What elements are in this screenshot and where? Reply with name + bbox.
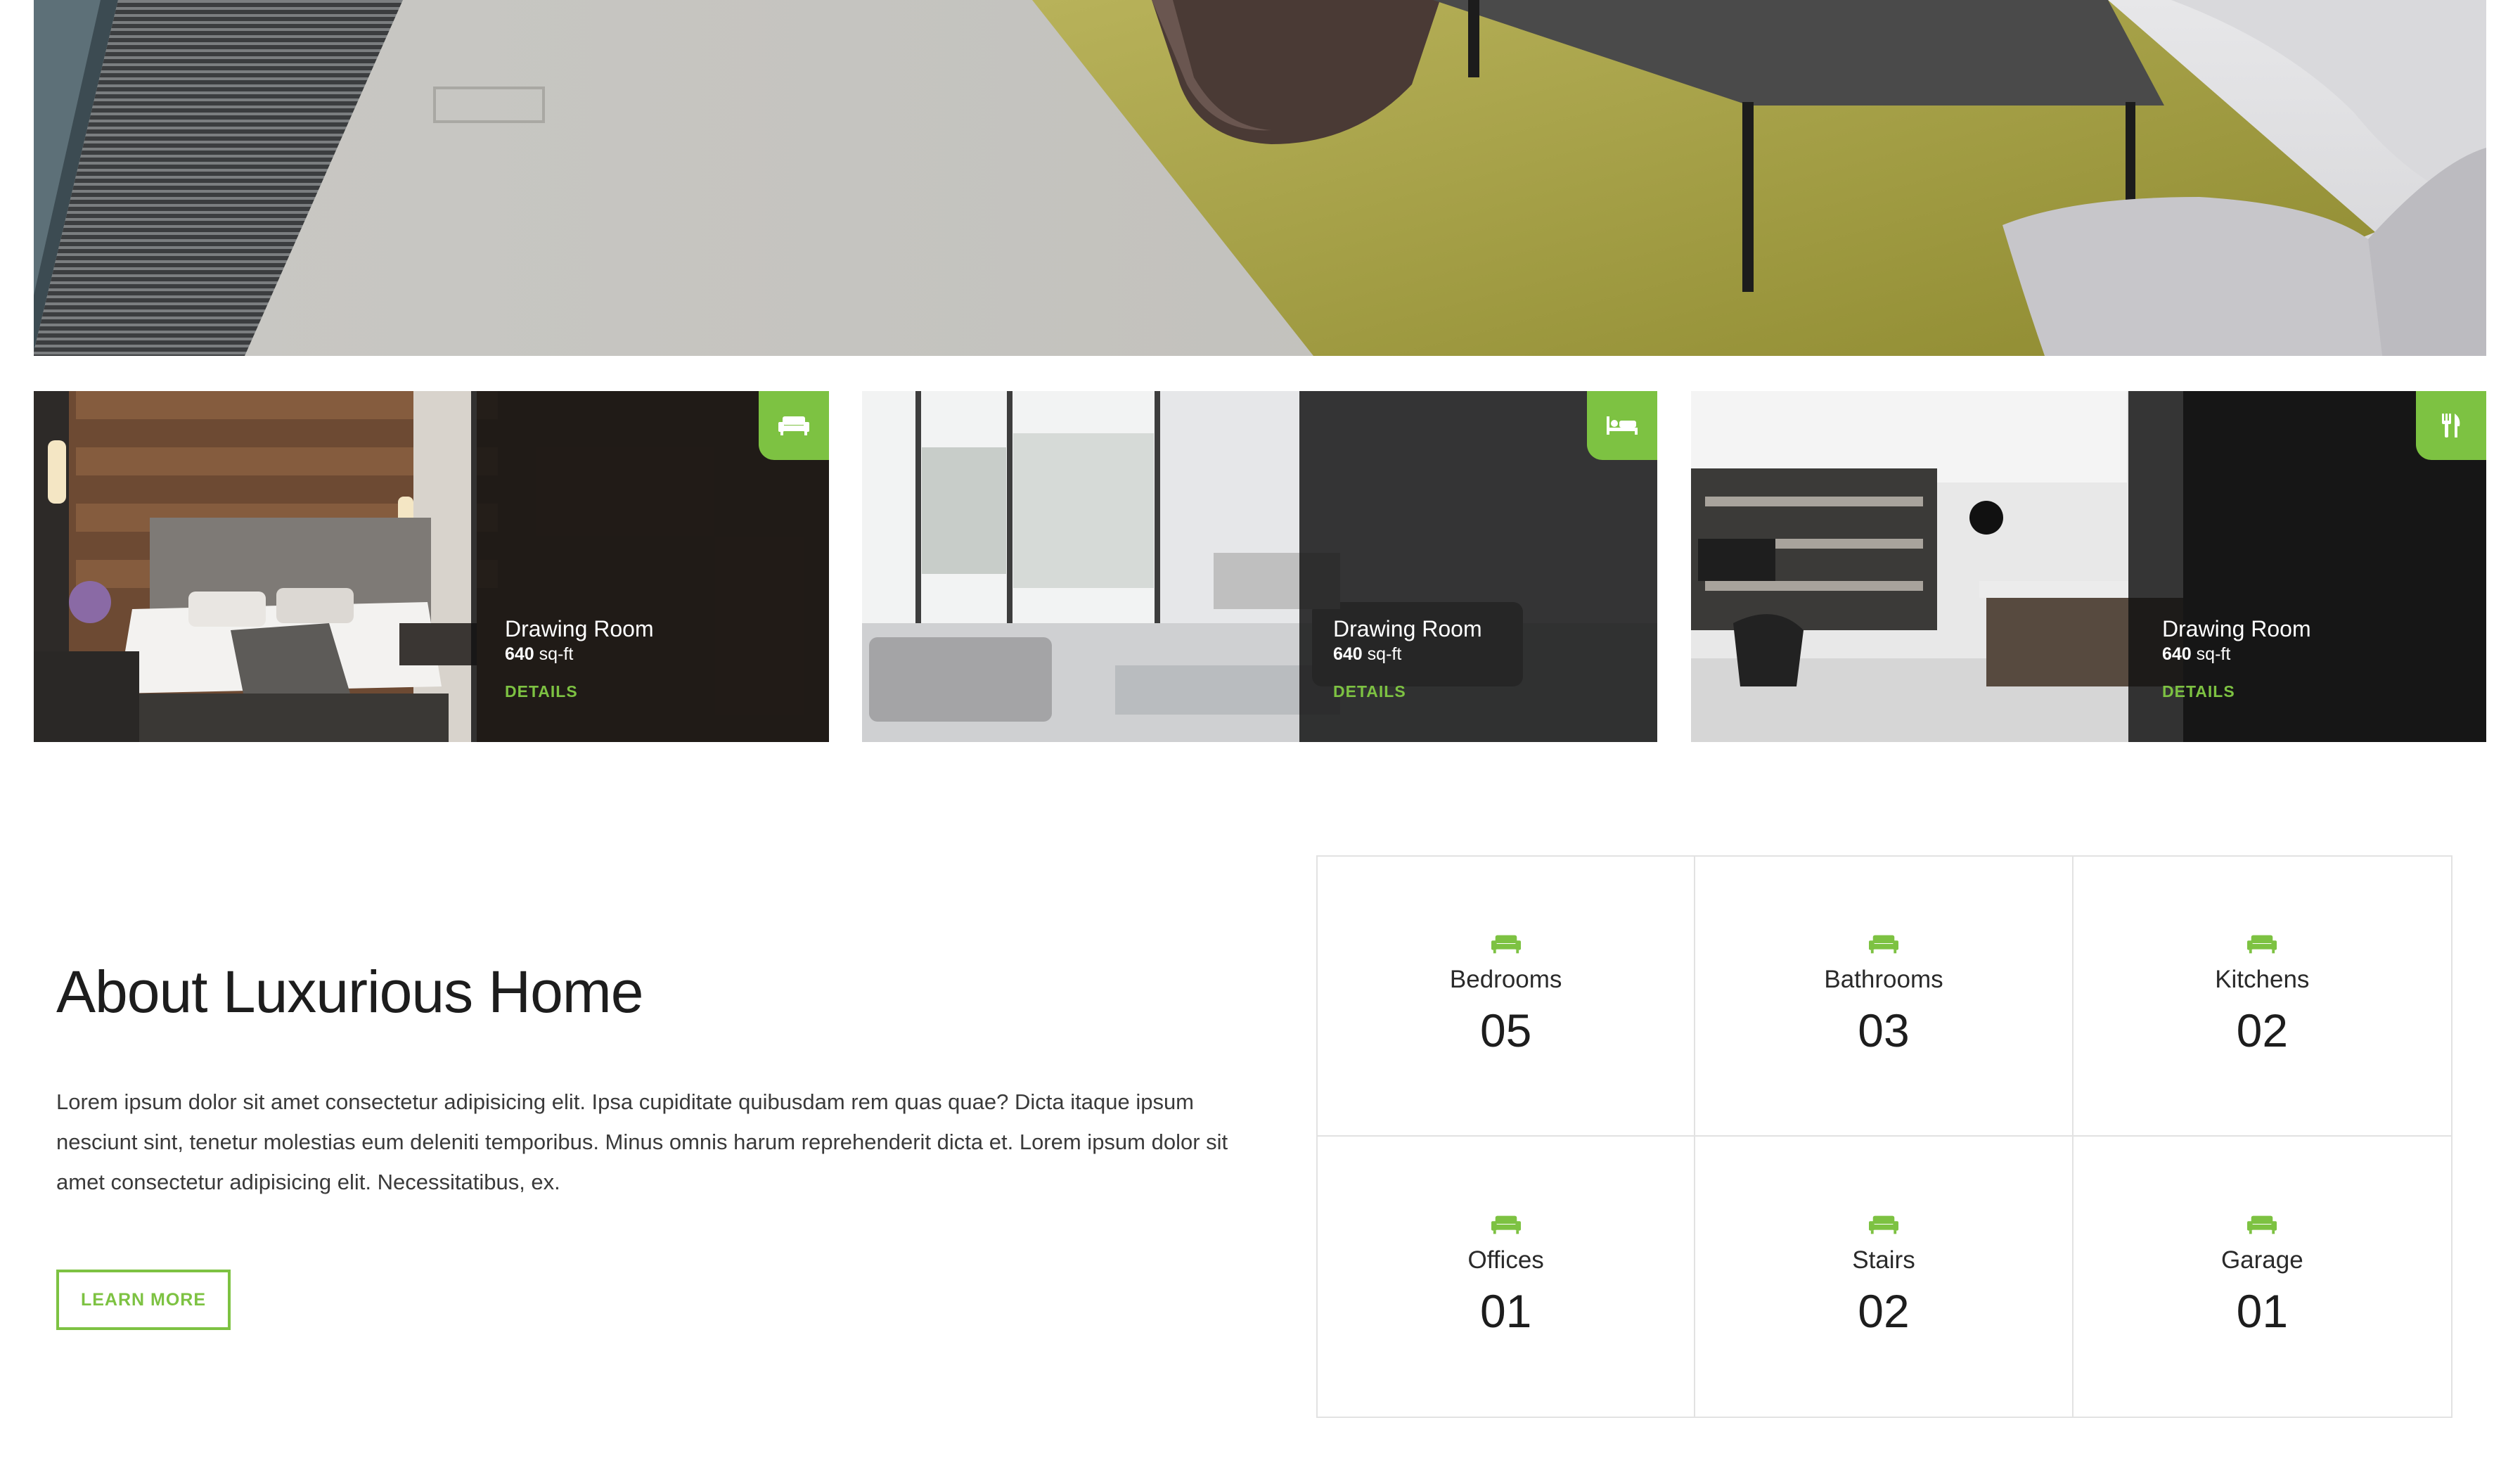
details-link[interactable]: DETAILS (2162, 682, 2235, 701)
stat-bathrooms: Bathrooms 03 (1695, 857, 2074, 1137)
stat-kitchens: Kitchens 02 (2073, 857, 2451, 1137)
card-badge (1587, 391, 1657, 460)
about-section: About Luxurious Home Lorem ipsum dolor s… (56, 957, 1238, 1330)
sofa-icon (778, 416, 809, 435)
room-card[interactable]: Drawing Room 640 sq-ft DETAILS (1691, 391, 2486, 742)
stat-garage: Garage 01 (2074, 1137, 2451, 1417)
card-info: Drawing Room 640 sq-ft DETAILS (2162, 615, 2311, 701)
sofa-icon (1868, 935, 1898, 954)
room-card[interactable]: Drawing Room 640 sq-ft DETAILS (34, 391, 829, 742)
sofa-icon (1868, 1215, 1898, 1234)
area-value: 640 (505, 644, 534, 664)
area-value: 640 (2162, 644, 2192, 664)
room-name: Drawing Room (2162, 616, 2311, 641)
sofa-icon (2247, 1215, 2277, 1234)
bed-icon (1607, 416, 1638, 435)
area-value: 640 (1333, 644, 1363, 664)
hero-image (34, 0, 2486, 356)
stat-label: Kitchens (2215, 966, 2310, 993)
about-body: Lorem ipsum dolor sit amet consectetur a… (56, 1089, 1228, 1194)
room-name: Drawing Room (505, 616, 654, 641)
stat-value: 03 (1858, 1004, 1910, 1056)
page: Drawing Room 640 sq-ft DETAILS Drawing R… (0, 0, 2520, 1470)
card-info: Drawing Room 640 sq-ft DETAILS (1333, 615, 1482, 701)
stat-value: 01 (1479, 1285, 1532, 1337)
stat-value: 05 (1479, 1004, 1532, 1056)
stat-label: Bedrooms (1449, 966, 1562, 993)
room-area: 640 sq-ft (505, 643, 654, 665)
stat-label: Bathrooms (1824, 966, 1943, 993)
stats-grid: Bedrooms 05 Bathrooms 03 Kitchens 02 Off… (1316, 855, 2452, 1418)
about-title: About Luxurious Home (56, 959, 643, 1025)
cutlery-icon (2442, 414, 2460, 437)
stat-label: Offices (1467, 1246, 1544, 1274)
room-cards: Drawing Room 640 sq-ft DETAILS Drawing R… (34, 391, 2486, 742)
stat-stairs: Stairs 02 (1695, 1137, 2074, 1417)
stat-offices: Offices 01 (1318, 1137, 1696, 1417)
stat-label: Garage (2220, 1246, 2303, 1274)
stat-value: 02 (2236, 1004, 2289, 1056)
area-unit: sq-ft (1367, 644, 1402, 664)
card-badge (2416, 391, 2486, 460)
details-link[interactable]: DETAILS (1333, 682, 1406, 701)
sofa-icon (1491, 935, 1521, 954)
area-unit: sq-ft (539, 644, 574, 664)
room-area: 640 sq-ft (2162, 643, 2311, 665)
stat-label: Stairs (1852, 1246, 1915, 1274)
details-link[interactable]: DETAILS (505, 682, 578, 701)
learn-more-button[interactable]: LEARN MORE (56, 1270, 231, 1330)
stat-bedrooms: Bedrooms 05 (1318, 857, 1696, 1137)
room-area: 640 sq-ft (1333, 643, 1482, 665)
card-badge (759, 391, 829, 460)
sofa-icon (2247, 935, 2277, 954)
area-unit: sq-ft (2196, 644, 2231, 664)
sofa-icon (1491, 1215, 1521, 1234)
room-card[interactable]: Drawing Room 640 sq-ft DETAILS (862, 391, 1657, 742)
stat-value: 01 (2236, 1285, 2289, 1337)
card-info: Drawing Room 640 sq-ft DETAILS (505, 615, 654, 701)
room-name: Drawing Room (1333, 616, 1482, 641)
stat-value: 02 (1858, 1285, 1910, 1337)
